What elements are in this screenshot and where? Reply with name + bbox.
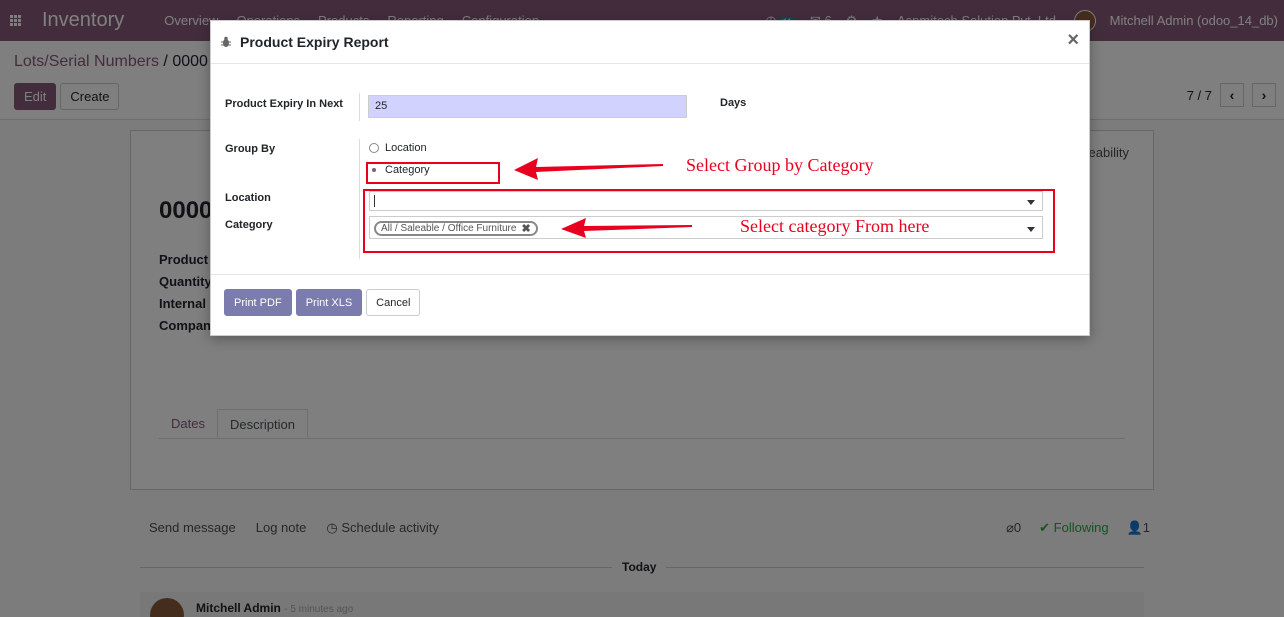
- product-expiry-dialog: Product Expiry Report × Product Expiry I…: [210, 20, 1090, 336]
- expiry-days-input[interactable]: 25: [368, 95, 687, 118]
- category-label: Category: [225, 219, 273, 231]
- bug-icon: [221, 36, 231, 47]
- dialog-footer: Print PDF Print XLS Cancel: [211, 274, 1089, 336]
- radio-location[interactable]: Location: [369, 142, 427, 154]
- radio-location-label: Location: [385, 142, 427, 154]
- annotation-box-category: [366, 162, 500, 184]
- annotation-category-note: Select category From here: [740, 216, 930, 236]
- dialog-title: Product Expiry Report: [240, 34, 389, 50]
- annotation-box-fields: [363, 189, 1055, 253]
- radio-circle[interactable]: [369, 143, 379, 153]
- print-xls-button[interactable]: Print XLS: [295, 289, 363, 316]
- field-divider: [359, 139, 360, 259]
- days-label: Days: [720, 97, 747, 109]
- close-icon[interactable]: ×: [1067, 29, 1079, 52]
- field-divider: [359, 93, 360, 121]
- cancel-button[interactable]: Cancel: [366, 289, 421, 316]
- location-label: Location: [225, 192, 271, 204]
- annotation-group-note: Select Group by Category: [686, 155, 874, 175]
- dialog-header: Product Expiry Report: [211, 21, 1089, 64]
- group-by-label: Group By: [225, 143, 276, 155]
- expiry-label: Product Expiry In Next: [225, 98, 343, 110]
- print-pdf-button[interactable]: Print PDF: [224, 289, 292, 316]
